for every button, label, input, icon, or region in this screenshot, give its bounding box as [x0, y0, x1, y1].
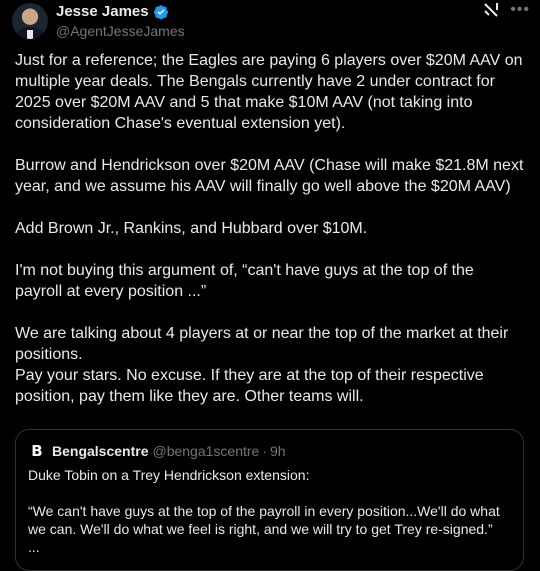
- quoted-tweet[interactable]: B Bengalscentre @benga1scentre · 9h Duke…: [15, 429, 524, 571]
- quoted-ellipsis: ...: [28, 539, 40, 555]
- tweet-paragraph: Just for a reference; the Eagles are pay…: [15, 52, 523, 132]
- tweet-actions-top: •••: [482, 2, 530, 18]
- quoted-line: “We can't have guys at the top of the pa…: [28, 503, 500, 537]
- quoted-tweet-text: Duke Tobin on a Trey Hendrickson extensi…: [28, 466, 513, 556]
- quoted-timestamp[interactable]: 9h: [270, 443, 286, 459]
- tweet-paragraph: Burrow and Hendrickson over $20M AAV (Ch…: [15, 157, 524, 195]
- quoted-tweet-header: B Bengalscentre @benga1scentre · 9h: [28, 442, 286, 460]
- grok-icon[interactable]: [482, 2, 500, 18]
- quoted-author-avatar[interactable]: B: [28, 442, 46, 460]
- quoted-author-handle[interactable]: @benga1scentre: [152, 443, 259, 459]
- tweet-paragraph: Pay your stars. No excuse. If they are a…: [15, 367, 484, 405]
- tweet-text: Just for a reference; the Eagles are pay…: [15, 50, 525, 407]
- verified-badge-icon: [153, 5, 168, 20]
- more-icon[interactable]: •••: [510, 2, 530, 18]
- tweet-paragraph: I'm not buying this argument of, “can't …: [15, 262, 474, 300]
- author-avatar[interactable]: [12, 3, 48, 39]
- tweet-paragraph: Add Brown Jr., Rankins, and Hubbard over…: [15, 220, 368, 237]
- avatar-shirt: [27, 30, 33, 39]
- tweet-paragraph: We are talking about 4 players at or nea…: [15, 325, 509, 363]
- separator-dot: ·: [262, 443, 267, 459]
- quoted-author-name[interactable]: Bengalscentre: [52, 443, 148, 459]
- quoted-line: Duke Tobin on a Trey Hendrickson extensi…: [28, 467, 310, 483]
- author-name-row: Jesse James: [56, 2, 169, 22]
- author-display-name[interactable]: Jesse James: [56, 2, 149, 22]
- author-handle[interactable]: @AgentJesseJames: [56, 22, 185, 40]
